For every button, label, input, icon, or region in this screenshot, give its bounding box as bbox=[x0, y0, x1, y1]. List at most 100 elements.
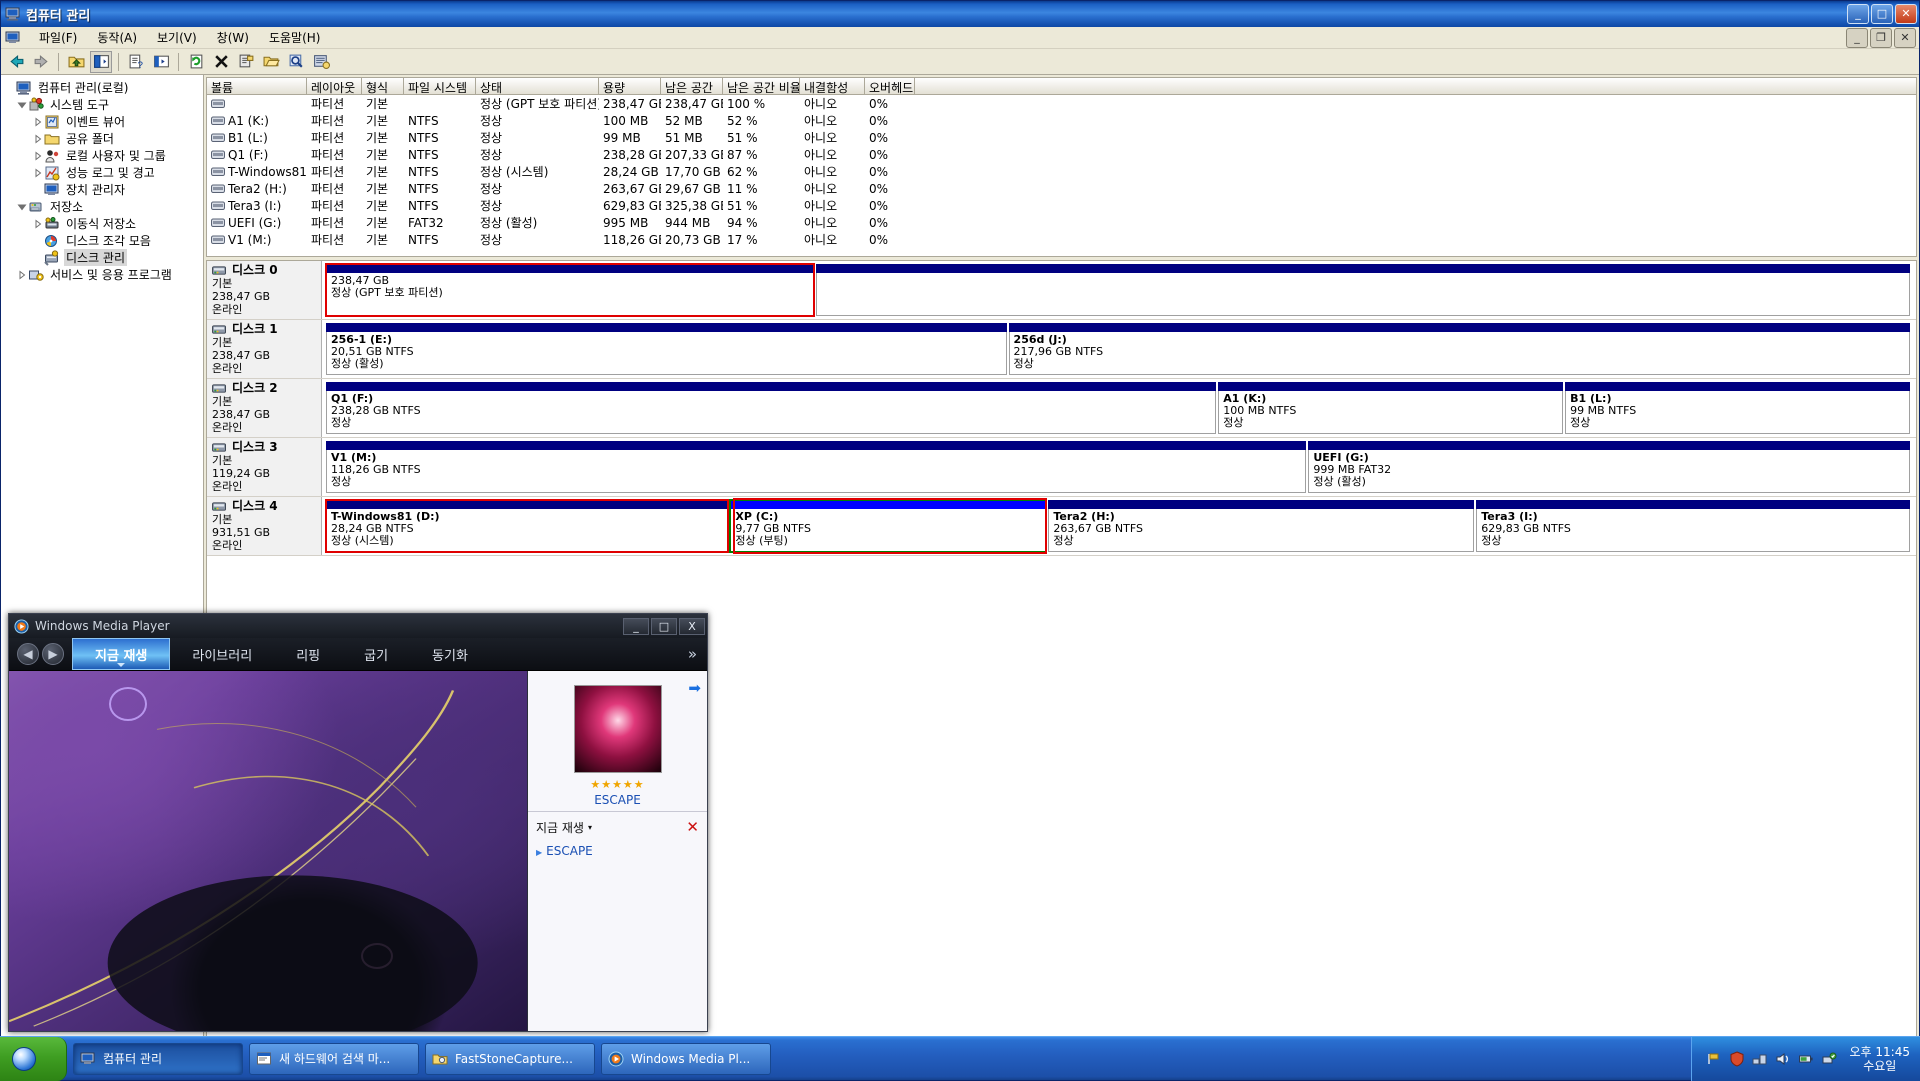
menu-help[interactable]: 도움말(H) bbox=[259, 27, 331, 48]
column-header-2[interactable]: 형식 bbox=[362, 78, 404, 94]
back-arrow-icon[interactable] bbox=[5, 51, 27, 73]
tree-expander[interactable] bbox=[15, 200, 28, 213]
menu-action[interactable]: 동작(A) bbox=[87, 27, 147, 48]
partition-3-0[interactable]: V1 (M:)118,26 GB NTFS정상 bbox=[326, 441, 1306, 493]
tree-item-2[interactable]: 이벤트 뷰어 bbox=[1, 113, 203, 130]
volume-icon[interactable] bbox=[1775, 1051, 1791, 1067]
partition-2-2[interactable]: B1 (L:)99 MB NTFS정상 bbox=[1565, 382, 1910, 434]
partition-1-1[interactable]: 256d (J:)217,96 GB NTFS정상 bbox=[1009, 323, 1910, 375]
tab-library[interactable]: 라이브러리 bbox=[170, 638, 274, 670]
delete-icon[interactable] bbox=[210, 51, 232, 73]
wmp-forward-icon[interactable]: ▶ bbox=[42, 643, 64, 665]
expand-triangle-icon[interactable] bbox=[33, 151, 43, 161]
disk-info[interactable]: 디스크 0기본238,47 GB온라인 bbox=[207, 261, 322, 319]
tree-expander[interactable] bbox=[31, 217, 44, 230]
open-folder-icon[interactable] bbox=[260, 51, 282, 73]
disk-row-0[interactable]: 디스크 0기본238,47 GB온라인238,47 GB정상 (GPT 보호 파… bbox=[207, 261, 1916, 320]
table-row[interactable]: B1 (L:)파티션기본NTFS정상99 MB51 MB51 %아니오0% bbox=[207, 129, 1916, 146]
taskbar-button-1[interactable]: 새 하드웨어 검색 마... bbox=[249, 1043, 419, 1075]
rating-stars[interactable]: ★★★★★ bbox=[536, 778, 699, 791]
expand-triangle-icon[interactable] bbox=[33, 117, 43, 127]
clock[interactable]: 오후 11:45 수요일 bbox=[1850, 1045, 1910, 1073]
forward-arrow-icon[interactable] bbox=[30, 51, 52, 73]
table-row[interactable]: T-Windows81 (D:)파티션기본NTFS정상 (시스템)28,24 G… bbox=[207, 163, 1916, 180]
tab-now-playing[interactable]: 지금 재생 bbox=[72, 638, 170, 670]
search-icon[interactable] bbox=[285, 51, 307, 73]
taskbar-button-2[interactable]: FastStoneCapture... bbox=[425, 1043, 595, 1075]
partition-2-1[interactable]: A1 (K:)100 MB NTFS정상 bbox=[1218, 382, 1563, 434]
disk-row-2[interactable]: 디스크 2기본238,47 GB온라인Q1 (F:)238,28 GB NTFS… bbox=[207, 379, 1916, 438]
flag-icon[interactable] bbox=[1706, 1051, 1722, 1067]
partition-4-0[interactable]: T-Windows81 (D:)28,24 GB NTFS정상 (시스템) bbox=[326, 500, 728, 552]
tab-burn[interactable]: 굽기 bbox=[342, 638, 410, 670]
partition-4-3[interactable]: Tera3 (I:)629,83 GB NTFS정상 bbox=[1476, 500, 1910, 552]
wmp-close-button[interactable]: X bbox=[679, 618, 705, 635]
battery-icon[interactable] bbox=[1798, 1051, 1814, 1067]
taskbar-button-0[interactable]: 컴퓨터 관리 bbox=[73, 1043, 243, 1075]
tree-expander[interactable] bbox=[15, 98, 28, 111]
partition-0-1[interactable] bbox=[816, 264, 1910, 316]
tree-expander[interactable] bbox=[31, 115, 44, 128]
table-row[interactable]: 파티션기본정상 (GPT 보호 파티션)238,47 GB238,47 GB10… bbox=[207, 95, 1916, 112]
partition-1-0[interactable]: 256-1 (E:)20,51 GB NTFS정상 (활성) bbox=[326, 323, 1007, 375]
partition-4-2[interactable]: Tera2 (H:)263,67 GB NTFS정상 bbox=[1048, 500, 1474, 552]
help-tasks-icon[interactable] bbox=[310, 51, 332, 73]
table-row[interactable]: A1 (K:)파티션기본NTFS정상100 MB52 MB52 %아니오0% bbox=[207, 112, 1916, 129]
start-button[interactable] bbox=[0, 1037, 67, 1081]
tree-item-8[interactable]: 이동식 저장소 bbox=[1, 215, 203, 232]
wmp-minimize-button[interactable]: _ bbox=[623, 618, 649, 635]
volume-list-rows[interactable]: 파티션기본정상 (GPT 보호 파티션)238,47 GB238,47 GB10… bbox=[207, 95, 1916, 256]
expand-triangle-icon[interactable] bbox=[33, 168, 43, 178]
disk-info[interactable]: 디스크 4기본931,51 GB온라인 bbox=[207, 497, 322, 555]
wmp-maximize-button[interactable]: □ bbox=[651, 618, 677, 635]
collapse-triangle-icon[interactable] bbox=[17, 202, 27, 212]
safely-remove-icon[interactable] bbox=[1821, 1051, 1837, 1067]
column-header-3[interactable]: 파일 시스템 bbox=[404, 78, 476, 94]
properties2-icon[interactable] bbox=[235, 51, 257, 73]
close-button[interactable]: ✕ bbox=[1895, 4, 1917, 24]
column-header-5[interactable]: 용량 bbox=[599, 78, 661, 94]
tree-item-9[interactable]: 디스크 조각 모음 bbox=[1, 232, 203, 249]
playlist-clear-icon[interactable]: ✕ bbox=[686, 818, 699, 836]
expand-triangle-icon[interactable] bbox=[33, 219, 43, 229]
expand-arrow-icon[interactable]: ➡ bbox=[688, 679, 701, 697]
wmp-overflow-chevron-icon[interactable]: » bbox=[678, 638, 707, 670]
minimize-button[interactable]: _ bbox=[1847, 4, 1869, 24]
volume-list[interactable]: 볼륨레이아웃형식파일 시스템상태용량남은 공간남은 공간 비율내결함성오버헤드 … bbox=[206, 77, 1917, 257]
column-header-4[interactable]: 상태 bbox=[476, 78, 599, 94]
up-folder-icon[interactable] bbox=[65, 51, 87, 73]
tab-sync[interactable]: 동기화 bbox=[410, 638, 490, 670]
tab-rip[interactable]: 리핑 bbox=[274, 638, 342, 670]
inner-close-button[interactable]: ✕ bbox=[1894, 28, 1916, 48]
column-header-0[interactable]: 볼륨 bbox=[207, 78, 307, 94]
menu-view[interactable]: 보기(V) bbox=[147, 27, 207, 48]
inner-minimize-button[interactable]: _ bbox=[1846, 28, 1868, 48]
column-header-1[interactable]: 레이아웃 bbox=[307, 78, 362, 94]
menu-file[interactable]: 파일(F) bbox=[29, 27, 87, 48]
list-view-icon[interactable] bbox=[150, 51, 172, 73]
tree-expander[interactable] bbox=[15, 268, 28, 281]
tree-item-10[interactable]: 디스크 관리 bbox=[1, 249, 203, 266]
list-item[interactable]: ▶ESCAPE bbox=[528, 842, 707, 860]
table-row[interactable]: V1 (M:)파티션기본NTFS정상118,26 GB20,73 GB17 %아… bbox=[207, 231, 1916, 248]
column-header-6[interactable]: 남은 공간 bbox=[661, 78, 723, 94]
partition-3-1[interactable]: UEFI (G:)999 MB FAT32정상 (활성) bbox=[1308, 441, 1910, 493]
network-icon[interactable] bbox=[1752, 1051, 1768, 1067]
partition-0-0[interactable]: 238,47 GB정상 (GPT 보호 파티션) bbox=[326, 264, 814, 316]
collapse-triangle-icon[interactable] bbox=[17, 100, 27, 110]
disk-row-4[interactable]: 디스크 4기본931,51 GB온라인T-Windows81 (D:)28,24… bbox=[207, 497, 1916, 556]
disk-info[interactable]: 디스크 2기본238,47 GB온라인 bbox=[207, 379, 322, 437]
expand-triangle-icon[interactable] bbox=[17, 270, 27, 280]
disk-row-3[interactable]: 디스크 3기본119,24 GB온라인V1 (M:)118,26 GB NTFS… bbox=[207, 438, 1916, 497]
table-row[interactable]: Tera3 (I:)파티션기본NTFS정상629,83 GB325,38 GB5… bbox=[207, 197, 1916, 214]
visualization-area[interactable] bbox=[9, 671, 527, 1031]
tree-expander[interactable] bbox=[31, 149, 44, 162]
menu-window[interactable]: 창(W) bbox=[207, 27, 259, 48]
wmp-back-icon[interactable]: ◀ bbox=[17, 643, 39, 665]
tree-item-5[interactable]: 성능 로그 및 경고 bbox=[1, 164, 203, 181]
tree-item-1[interactable]: 시스템 도구 bbox=[1, 96, 203, 113]
album-title[interactable]: ESCAPE bbox=[536, 793, 699, 807]
tree-item-4[interactable]: 로컬 사용자 및 그룹 bbox=[1, 147, 203, 164]
column-header-7[interactable]: 남은 공간 비율 bbox=[723, 78, 800, 94]
column-header-9[interactable]: 오버헤드 bbox=[865, 78, 915, 94]
